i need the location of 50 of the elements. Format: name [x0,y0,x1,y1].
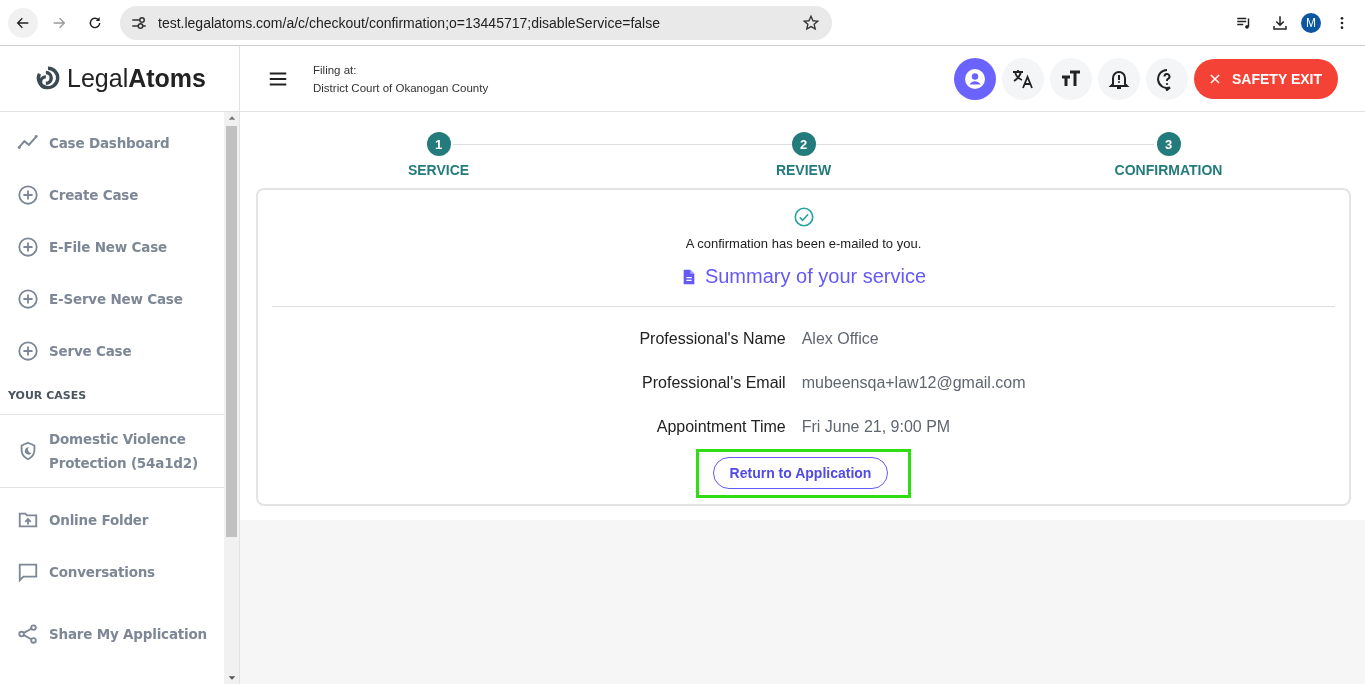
text-size-button[interactable] [1050,57,1092,100]
field-value: mubeensqa+law12@gmail.com [801,373,1026,393]
close-icon [1208,71,1222,86]
share-icon [17,623,39,645]
plus-circle-icon [17,236,39,258]
star-icon [802,13,820,32]
sidebar-item[interactable]: Serve Case [0,325,224,377]
profile-button[interactable] [954,57,996,100]
sidebar-item[interactable]: Online Folder [0,494,224,546]
sidebar-item[interactable]: Create Case [0,169,224,221]
profile-avatar[interactable]: M [1301,12,1321,33]
safety-exit-button[interactable]: SAFETY EXIT [1194,58,1338,99]
translate-button[interactable] [1002,57,1044,100]
sidebar-item[interactable]: Share My Application [0,598,224,670]
step-label: REVIEW [775,162,832,178]
step-number: 3 [1156,132,1181,156]
bell-button[interactable] [1098,57,1140,100]
field-value: Alex Office [801,329,880,349]
profile-icon [963,66,987,91]
reload-icon [87,14,103,31]
field-value: Fri June 21, 9:00 PM [801,417,952,437]
check-circle-icon [792,206,815,228]
confirmation-message: A confirmation has been e-mailed to you. [685,236,922,251]
plus-circle-icon [17,184,39,206]
sidebar-item[interactable]: Domestic Violence Protection (54a1d2) [0,415,224,487]
url-text: test.legalatoms.com/a/c/checkout/confirmation;o=13445717;disableService=false [158,14,661,31]
address-bar[interactable]: test.legalatoms.com/a/c/checkout/confirmation;o=13445717;disableService=false [120,5,832,40]
summary-title: Summary of your service [704,265,927,288]
sidebar-item[interactable]: Case Dashboard [0,117,224,169]
sidebar-item[interactable]: E-File New Case [0,221,224,273]
step-label: SERVICE [407,162,470,178]
sidebar-item[interactable]: E-Serve New Case [0,273,224,325]
step-number: 2 [791,132,816,156]
logo-text[interactable]: LegalAtoms [67,64,206,93]
court-name: District Court of Okanogan County [313,81,489,94]
filing-label: Filing at: [313,63,358,76]
scrollbar[interactable] [224,112,239,684]
field-label: Appointment Time [655,417,786,437]
plus-circle-icon [17,288,39,310]
step-label: CONFIRMATION [1114,162,1223,178]
field-label: Professional's Name [639,329,786,349]
return-to-application-button[interactable]: Return to Application [712,457,889,489]
plus-circle-icon [17,340,39,362]
step-number: 1 [426,132,451,156]
download-icon [1271,13,1289,32]
field-label: Professional's Email [641,373,786,393]
sidebar-item[interactable]: Conversations [0,546,224,598]
back-button[interactable] [8,7,38,38]
chat-bubble-icon [17,561,39,583]
help-button[interactable] [1146,57,1188,100]
